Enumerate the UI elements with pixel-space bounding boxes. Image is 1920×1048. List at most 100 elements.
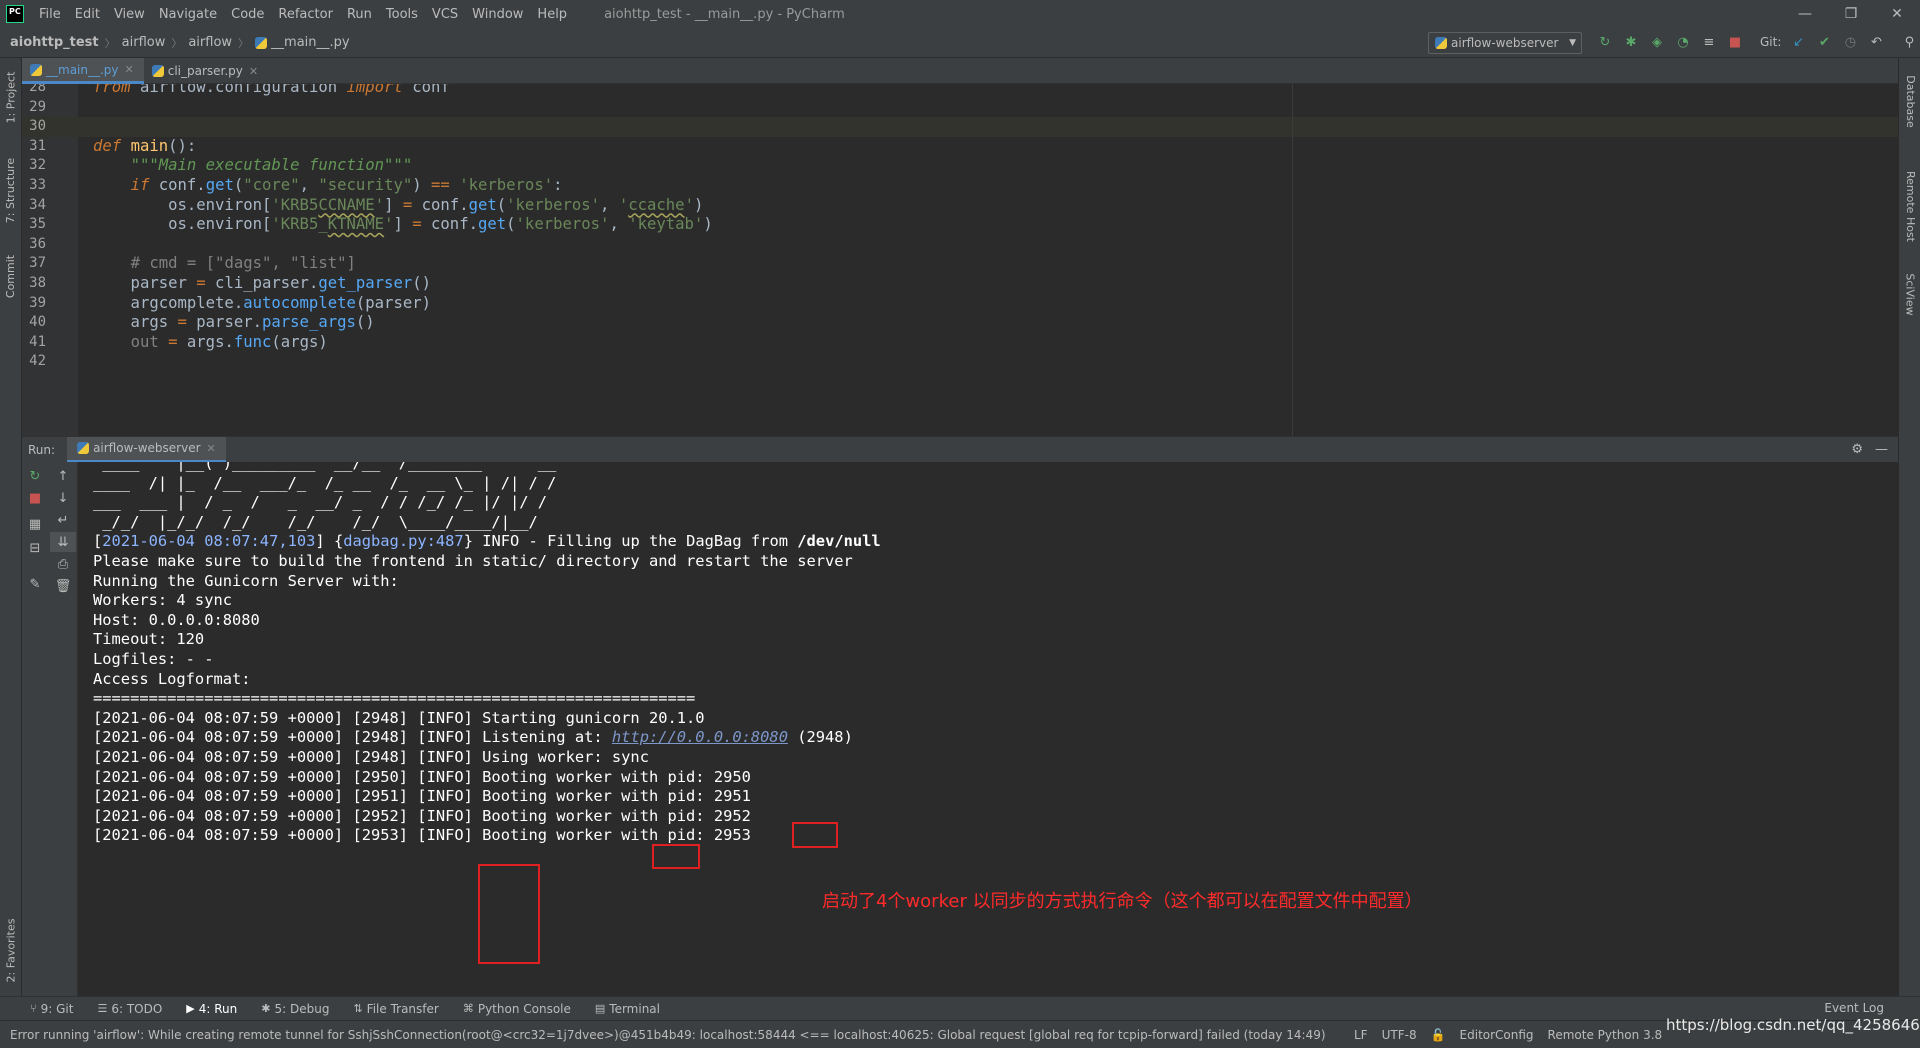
line-number: 28 — [29, 84, 46, 95]
code-editor[interactable]: 28 from airflow.configuration import conf… — [22, 84, 1898, 436]
breadcrumb-project[interactable]: aiohttp_test — [10, 35, 99, 50]
run-tab-airflow-webserver[interactable]: airflow-webserver ✕ — [67, 436, 226, 463]
code-line[interactable]: 35 os.environ['KRB5_KTNAME'] = conf.get(… — [22, 215, 1898, 235]
status-message[interactable]: Error running 'airflow': While creating … — [10, 1028, 1326, 1042]
git-label: Git: — [1760, 35, 1782, 49]
encoding-widget[interactable]: UTF-8 — [1382, 1028, 1417, 1042]
menu-code[interactable]: Code — [224, 7, 271, 22]
search-icon[interactable]: ⚲ — [1901, 34, 1917, 50]
debug-icon[interactable]: ✱ — [1623, 34, 1639, 50]
console-output[interactable]: ____ |__( )_________ __/__ /________ __ _… — [78, 462, 1898, 996]
tool-tab-commit[interactable]: Commit — [0, 246, 22, 306]
bottom-tool-terminal[interactable]: ▤ Terminal — [595, 1002, 660, 1016]
menu-view[interactable]: View — [107, 7, 152, 22]
close-tab-icon[interactable]: ✕ — [249, 65, 258, 78]
arrow-up-icon[interactable]: ↑ — [50, 466, 76, 486]
bottom-tool-file-transfer[interactable]: ⇅ File Transfer — [353, 1002, 438, 1016]
bottom-tool-6-todo[interactable]: ☰ 6: TODO — [97, 1002, 162, 1016]
code-line[interactable]: 40 args = parser.parse_args() — [22, 313, 1898, 333]
minimize-icon[interactable]: — — [1782, 0, 1828, 28]
pin-icon[interactable] — [22, 540, 48, 560]
tab-cli-parser-py[interactable]: cli_parser.py ✕ — [144, 58, 268, 84]
breadcrumb-package[interactable]: airflow — [188, 35, 232, 50]
close-tab-icon[interactable]: ✕ — [207, 442, 216, 455]
code-line[interactable]: 42 — [22, 352, 1898, 372]
git-update-icon[interactable]: ↙ — [1790, 34, 1806, 50]
rerun-icon[interactable]: ↻ — [22, 466, 48, 486]
menu-run[interactable]: Run — [340, 7, 379, 22]
menu-tools[interactable]: Tools — [379, 7, 425, 22]
code-line[interactable]: 29 — [22, 98, 1898, 118]
code-line[interactable]: 39 argcomplete.autocomplete(parser) — [22, 294, 1898, 314]
restore-icon[interactable]: ❐ — [1828, 0, 1874, 28]
interpreter-widget[interactable]: Remote Python 3.8 — [1548, 1028, 1663, 1042]
menu-file[interactable]: File — [32, 7, 68, 22]
code-line[interactable]: 38 parser = cli_parser.get_parser() — [22, 274, 1898, 294]
git-commit-icon[interactable]: ✔ — [1816, 34, 1832, 50]
menu-window[interactable]: Window — [465, 7, 530, 22]
coverage-icon[interactable]: ◈ — [1649, 34, 1665, 50]
console-line: [2021-06-04 08:07:59 +0000] [2948] [INFO… — [93, 708, 705, 727]
tool-tab-sciview[interactable]: SciView — [1899, 264, 1920, 324]
tool-tab-favorites[interactable]: 2: Favorites — [0, 910, 22, 990]
lock-icon[interactable]: 🔓 — [1431, 1028, 1446, 1042]
console-line: Logfiles: - - — [93, 650, 214, 668]
editorconfig-widget[interactable]: EditorConfig — [1460, 1028, 1534, 1042]
line-number: 35 — [29, 216, 46, 233]
tool-tab-structure[interactable]: 7: Structure — [0, 150, 22, 230]
trash-icon[interactable]: 🗑 — [50, 576, 76, 596]
arrow-down-icon[interactable]: ↓ — [50, 488, 76, 508]
code-line[interactable]: 36 — [22, 235, 1898, 255]
url-link[interactable]: http://0.0.0.0:8080 — [612, 728, 788, 746]
profile-icon[interactable]: ◔ — [1675, 34, 1691, 50]
rerun-icon[interactable]: ↻ — [1597, 34, 1613, 50]
bottom-tool-5-debug[interactable]: ✱ 5: Debug — [261, 1002, 329, 1016]
code-text: def main(): — [93, 136, 197, 155]
line-number: 41 — [29, 333, 46, 350]
close-window-icon[interactable]: ✕ — [1874, 0, 1920, 28]
pin-tab-icon[interactable]: ✎ — [22, 574, 48, 594]
undo-icon[interactable]: ↶ — [1868, 34, 1884, 50]
menu-help[interactable]: Help — [530, 7, 574, 22]
bottom-tool-4-run[interactable]: ▶ 4: Run — [186, 1002, 237, 1016]
run-concurrency-icon[interactable]: ≡ — [1701, 34, 1717, 50]
event-log-button[interactable]: Event Log — [1824, 1001, 1884, 1015]
close-tab-icon[interactable]: ✕ — [125, 63, 134, 76]
git-history-icon[interactable]: ◷ — [1842, 34, 1858, 50]
code-line[interactable]: 41 out = args.func(args) — [22, 333, 1898, 353]
code-line[interactable]: 28 from airflow.configuration import conf — [22, 84, 1898, 98]
run-configuration-select[interactable]: airflow-webserver ▼ — [1428, 32, 1582, 54]
tab-main-py[interactable]: __main__.py ✕ — [22, 58, 144, 84]
run-configuration-label: airflow-webserver — [1451, 36, 1559, 50]
console-line: Timeout: 120 — [93, 630, 205, 649]
menu-edit[interactable]: Edit — [68, 7, 107, 22]
code-text: # cmd = ["dags", "list"] — [130, 254, 356, 273]
layout-icon[interactable]: ▦ — [22, 514, 48, 534]
gear-icon[interactable]: ⚙ — [1851, 442, 1863, 457]
breadcrumb-folder[interactable]: airflow — [122, 35, 166, 50]
soft-wrap-icon[interactable]: ↵ — [50, 510, 76, 530]
menu-refactor[interactable]: Refactor — [271, 7, 340, 22]
stop-icon[interactable]: ■ — [22, 488, 48, 508]
tool-tab-remote-host[interactable]: Remote Host — [1899, 156, 1920, 256]
tool-tab-project[interactable]: 1: Project — [0, 62, 22, 132]
menu-vcs[interactable]: VCS — [425, 7, 465, 22]
tool-tab-database[interactable]: Database — [1899, 66, 1920, 136]
python-file-icon — [255, 36, 268, 49]
print-icon[interactable]: ⎙ — [50, 554, 76, 574]
scroll-to-end-icon[interactable]: ⇊ — [50, 532, 76, 552]
bottom-tool-9-git[interactable]: ⑂ 9: Git — [30, 1002, 73, 1016]
menu-navigate[interactable]: Navigate — [152, 7, 224, 22]
code-line[interactable]: 30 — [22, 117, 1898, 137]
code-line[interactable]: 33 if conf.get("core", "security") == 'k… — [22, 176, 1898, 196]
breadcrumb-file[interactable]: __main__.py — [271, 35, 350, 50]
stop-icon[interactable]: ■ — [1727, 34, 1743, 50]
hide-panel-icon[interactable]: — — [1875, 442, 1888, 457]
console-line: ____ |__( )_________ __/__ /________ __ — [93, 462, 557, 472]
line-separator-widget[interactable]: LF — [1354, 1028, 1368, 1042]
code-line[interactable]: 31 def main(): — [22, 137, 1898, 157]
bottom-tool-python-console[interactable]: ⌘ Python Console — [463, 1002, 571, 1016]
code-line[interactable]: 37 # cmd = ["dags", "list"] — [22, 254, 1898, 274]
code-line[interactable]: 34 os.environ['KRB5CCNAME'] = conf.get('… — [22, 196, 1898, 216]
code-line[interactable]: 32 """Main executable function""" — [22, 156, 1898, 176]
